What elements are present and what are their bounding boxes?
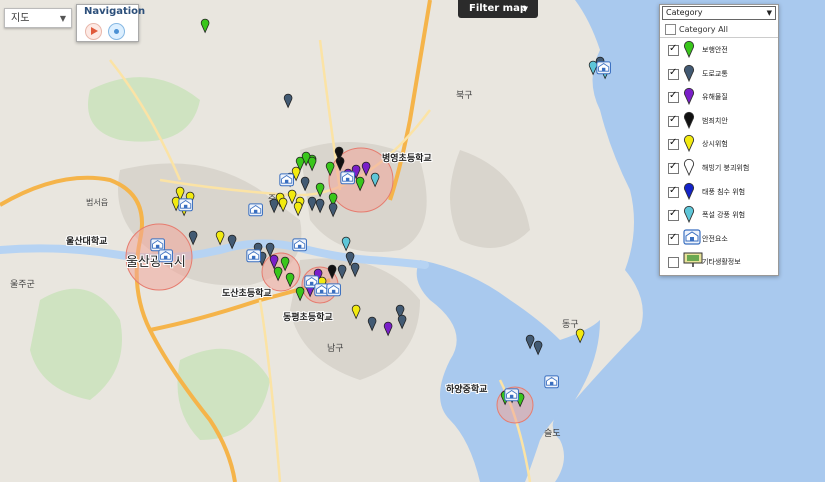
- map-pin-icon: [683, 64, 701, 86]
- category-item[interactable]: 상시위험: [668, 134, 776, 156]
- caret-down-icon: ▼: [522, 5, 528, 13]
- label-hayang-school: 하양중학교: [446, 383, 487, 395]
- category-panel: Category ▼ Category All 보행안전도로교통유해물질범죄치안…: [659, 4, 779, 276]
- category-item[interactable]: 태풍 침수 위험: [668, 182, 776, 204]
- category-label: 상시위험: [702, 140, 728, 149]
- category-label: 유해물질: [702, 93, 728, 102]
- category-item[interactable]: 보행안전: [668, 40, 776, 62]
- category-checkbox[interactable]: [668, 257, 679, 269]
- filter-map-button[interactable]: Filter map ▼: [458, 0, 538, 18]
- safety-facility-icon[interactable]: [158, 249, 173, 263]
- category-label: 폭설 강풍 위험: [702, 211, 746, 220]
- category-item[interactable]: 기타생활정보: [668, 252, 776, 274]
- map-pin-icon: [683, 87, 701, 109]
- label-dongpyeong-school: 동평초등학교: [283, 311, 333, 323]
- category-label: 태풍 침수 위험: [702, 187, 746, 196]
- category-checkbox[interactable]: [668, 137, 679, 151]
- dropdown-arrow-icon: ▼: [766, 9, 772, 17]
- label-nam-gu: 남구: [327, 343, 344, 354]
- label-byeongyeong-school: 병영초등학교: [382, 152, 432, 164]
- category-label: 해빙기 붕괴위험: [702, 164, 750, 172]
- safety-facility-icon[interactable]: [544, 375, 559, 389]
- navigation-panel: Navigation: [76, 4, 145, 42]
- divider: [660, 37, 778, 38]
- filter-map-label: Filter map: [469, 3, 527, 14]
- safety-facility-icon[interactable]: [150, 238, 165, 252]
- category-all-checkbox[interactable]: [665, 24, 676, 35]
- category-label: 보행안전: [702, 46, 728, 54]
- category-dropdown[interactable]: Category ▼: [662, 6, 776, 20]
- category-checkbox[interactable]: [668, 67, 679, 80]
- category-label: 범죄치안: [702, 116, 728, 125]
- safety-facility-icon[interactable]: [292, 238, 307, 252]
- pan-control-icon[interactable]: [108, 23, 125, 40]
- label-ulsan-univ: 울산대학교: [66, 235, 107, 247]
- info-sign-icon: [683, 252, 703, 274]
- dropdown-arrow-icon: ▼: [59, 14, 66, 23]
- safety-facility-icon[interactable]: [246, 249, 261, 263]
- label-beomseo: 범서읍: [86, 197, 108, 207]
- category-item[interactable]: 범죄치안: [668, 111, 776, 133]
- category-header: Category: [666, 8, 703, 17]
- category-checkbox[interactable]: [668, 208, 679, 222]
- category-all-toggle[interactable]: Category All: [665, 24, 728, 35]
- map-pin-icon: [683, 111, 701, 133]
- navigation-title: Navigation: [84, 6, 146, 17]
- category-item[interactable]: 유해물질: [668, 87, 776, 109]
- safety-facility-icon[interactable]: [504, 388, 519, 402]
- label-buk-gu: 북구: [456, 90, 473, 101]
- category-label: 기타생활정보: [702, 258, 741, 267]
- safety-facility-icon[interactable]: [279, 173, 294, 187]
- map-type-value: 지도: [11, 13, 30, 24]
- label-seuldo: 슬도: [544, 428, 561, 439]
- category-all-label: Category All: [679, 25, 729, 34]
- map-pin-icon: [683, 205, 701, 227]
- category-checkbox[interactable]: [668, 90, 679, 104]
- category-item[interactable]: 해빙기 붕괴위험: [668, 158, 776, 180]
- label-ulsan-city: 울산광역시: [126, 255, 186, 270]
- label-ulju-gun: 울주군: [10, 279, 35, 290]
- category-checkbox[interactable]: [668, 114, 679, 127]
- category-checkbox[interactable]: [668, 43, 679, 56]
- map-pin-icon: [683, 158, 701, 180]
- category-label: 도로교통: [702, 69, 728, 78]
- safety-facility-icon[interactable]: [178, 198, 193, 212]
- category-item[interactable]: 폭설 강풍 위험: [668, 205, 776, 227]
- category-checkbox[interactable]: [668, 185, 679, 198]
- category-label: 안전요소: [702, 234, 728, 243]
- play-icon[interactable]: [85, 23, 102, 40]
- safety-facility-icon[interactable]: [340, 171, 355, 185]
- safety-facility-icon: [683, 229, 701, 251]
- map-pin-icon: [683, 40, 701, 62]
- safety-facility-icon[interactable]: [596, 61, 611, 75]
- label-dosan-school: 도산초등학교: [222, 287, 272, 299]
- safety-facility-icon[interactable]: [248, 203, 263, 217]
- category-checkbox[interactable]: [668, 161, 679, 174]
- map-type-select[interactable]: 지도 ▼: [4, 8, 72, 28]
- category-item[interactable]: 도로교통: [668, 64, 776, 86]
- map-pin-icon: [683, 182, 701, 204]
- category-checkbox[interactable]: [668, 232, 679, 245]
- label-dong-gu: 동구: [562, 319, 579, 330]
- safety-facility-icon[interactable]: [326, 283, 341, 297]
- map-pin-icon: [683, 134, 701, 156]
- category-item[interactable]: 안전요소: [668, 229, 776, 251]
